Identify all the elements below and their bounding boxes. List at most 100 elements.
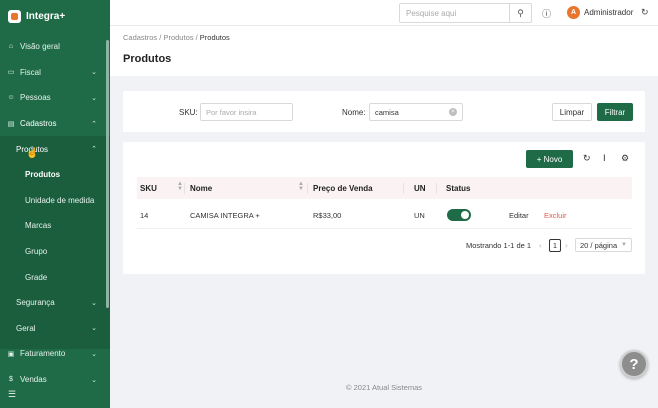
pagination-summary: Mostrando 1-1 de 1 bbox=[466, 241, 532, 250]
cell-preco: R$33,00 bbox=[313, 211, 342, 220]
menu-collapse-icon[interactable]: ☰ bbox=[8, 389, 16, 400]
chevron-down-icon: ⌄ bbox=[91, 325, 97, 333]
chevron-right-icon[interactable]: › bbox=[565, 241, 568, 250]
delete-link[interactable]: Excluir bbox=[544, 211, 567, 220]
sidebar-item-geral[interactable]: Geral ⌄ bbox=[0, 316, 110, 342]
sidebar-menu: ⌂ Visão geral ▭ Fiscal ⌄ ☺ Pessoas ⌄ ▤ C… bbox=[0, 34, 110, 392]
invoice-icon: ▣ bbox=[7, 350, 15, 358]
help-button[interactable]: ? bbox=[620, 350, 648, 378]
table-row: 14 CAMISA INTEGRA + R$33,00 UN Editar Ex… bbox=[137, 201, 632, 229]
clear-icon[interactable]: × bbox=[449, 108, 457, 116]
sidebar-item-label: Pessoas bbox=[20, 93, 51, 103]
brand-name: Integra+ bbox=[26, 10, 66, 22]
sku-input[interactable] bbox=[201, 104, 292, 120]
filter-card: SKU: Nome: × Limpar Filtrar bbox=[123, 91, 645, 132]
nome-label: Nome: bbox=[342, 108, 366, 117]
sidebar-item-label: Geral bbox=[16, 323, 36, 333]
sales-icon: $ bbox=[9, 376, 13, 384]
sku-label: SKU: bbox=[179, 108, 198, 117]
chevron-down-icon: ⌄ bbox=[91, 350, 97, 358]
chevron-down-icon: ⌄ bbox=[91, 69, 97, 77]
breadcrumb-current: Produtos bbox=[199, 33, 230, 42]
file-icon: ▭ bbox=[7, 69, 15, 77]
table-header: SKU ▲ ▼ Nome ▲ ▼ Preço de Venda UN Status bbox=[137, 177, 632, 199]
column-header-preco: Preço de Venda bbox=[313, 184, 373, 193]
toggle-knob bbox=[461, 211, 469, 219]
sidebar-item-produtos-group[interactable]: Produtos ⌃ bbox=[0, 136, 110, 162]
sidebar-item-unidade-de-medida[interactable]: Unidade de medida bbox=[0, 188, 110, 214]
cell-sku: 14 bbox=[140, 211, 149, 220]
help-circle-icon[interactable]: ⓘ bbox=[542, 7, 551, 20]
breadcrumb-separator: / bbox=[159, 33, 162, 42]
sidebar-item-label: Produtos bbox=[25, 170, 61, 180]
reload-icon[interactable]: ↻ bbox=[583, 153, 591, 164]
sidebar-item-cadastros[interactable]: ▤ Cadastros ⌃ bbox=[0, 111, 110, 137]
sidebar-item-pessoas[interactable]: ☺ Pessoas ⌄ bbox=[0, 85, 110, 111]
sidebar-scrollbar[interactable] bbox=[106, 40, 109, 308]
column-header-nome[interactable]: Nome bbox=[190, 184, 212, 193]
chevron-down-icon: ▼ bbox=[621, 242, 627, 248]
column-divider bbox=[307, 183, 308, 194]
sidebar-item-label: Cadastros bbox=[20, 119, 57, 129]
sidebar-item-label: Faturamento bbox=[20, 349, 66, 359]
avatar[interactable]: A bbox=[567, 6, 580, 19]
top-header: ⚲ ⓘ A Administrador ↻ bbox=[110, 0, 658, 26]
sidebar-item-label: Unidade de medida bbox=[25, 195, 95, 205]
sidebar: Integra+ ⌂ Visão geral ▭ Fiscal ⌄ ☺ Pess… bbox=[0, 0, 110, 408]
column-height-icon[interactable]: Ⅰ bbox=[603, 153, 606, 164]
breadcrumb-item[interactable]: Cadastros bbox=[123, 33, 157, 42]
list-icon: ▤ bbox=[7, 120, 15, 128]
sort-icon[interactable]: ▲ ▼ bbox=[298, 181, 304, 192]
home-icon: ⌂ bbox=[8, 43, 14, 51]
search-icon[interactable]: ⚲ bbox=[509, 4, 531, 22]
sidebar-item-fiscal[interactable]: ▭ Fiscal ⌄ bbox=[0, 60, 110, 86]
sidebar-item-marcas[interactable]: Marcas bbox=[0, 213, 110, 239]
nome-field-wrapper: × bbox=[369, 103, 463, 121]
page-size-select[interactable]: 20 / página ▼ bbox=[575, 238, 632, 252]
edit-link[interactable]: Editar bbox=[509, 211, 529, 220]
chevron-up-icon: ⌃ bbox=[91, 120, 97, 128]
column-divider bbox=[436, 183, 437, 194]
column-header-un: UN bbox=[414, 184, 426, 193]
brand-logo-icon bbox=[8, 9, 21, 23]
page-size-value: 20 / página bbox=[580, 240, 618, 250]
filter-button[interactable]: Filtrar bbox=[597, 103, 633, 121]
column-header-status: Status bbox=[446, 184, 471, 193]
page-title: Produtos bbox=[123, 53, 172, 65]
column-header-sku[interactable]: SKU bbox=[140, 184, 157, 193]
chevron-left-icon[interactable]: ‹ bbox=[539, 241, 542, 250]
sidebar-item-faturamento[interactable]: ▣ Faturamento ⌄ bbox=[0, 341, 110, 367]
search-input[interactable] bbox=[400, 4, 510, 22]
column-divider bbox=[184, 183, 185, 194]
user-name[interactable]: Administrador bbox=[584, 8, 633, 17]
clear-button[interactable]: Limpar bbox=[552, 103, 592, 121]
sidebar-item-label: Marcas bbox=[25, 221, 52, 231]
cell-nome: CAMISA INTEGRA + bbox=[190, 211, 260, 220]
column-divider bbox=[403, 183, 404, 194]
brand[interactable]: Integra+ bbox=[0, 0, 110, 32]
pagination-page[interactable]: 1 bbox=[549, 239, 561, 252]
status-toggle[interactable] bbox=[447, 209, 471, 221]
breadcrumb-item[interactable]: Produtos bbox=[163, 33, 193, 42]
settings-icon[interactable]: ⚙ bbox=[621, 153, 629, 164]
refresh-icon[interactable]: ↻ bbox=[641, 7, 649, 18]
sku-field-wrapper bbox=[200, 103, 293, 121]
sidebar-item-grade[interactable]: Grade bbox=[0, 264, 110, 290]
sidebar-item-label: Segurança bbox=[16, 298, 55, 308]
sidebar-item-visao-geral[interactable]: ⌂ Visão geral bbox=[0, 34, 110, 60]
sidebar-item-seguranca[interactable]: Segurança ⌄ bbox=[0, 290, 110, 316]
chevron-down-icon: ⌄ bbox=[91, 94, 97, 102]
sort-icon[interactable]: ▲ ▼ bbox=[177, 181, 183, 192]
cell-un: UN bbox=[414, 211, 425, 220]
sidebar-item-grupo[interactable]: Grupo bbox=[0, 239, 110, 265]
chevron-down-icon: ⌄ bbox=[91, 376, 97, 384]
sidebar-item-label: Grade bbox=[25, 272, 48, 282]
footer: © 2021 Atual Sistemas bbox=[346, 383, 422, 392]
new-button[interactable]: + Novo bbox=[526, 150, 573, 168]
breadcrumb: Cadastros / Produtos / Produtos bbox=[123, 33, 230, 42]
sidebar-item-label: Visão geral bbox=[20, 42, 60, 52]
sidebar-item-vendas[interactable]: $ Vendas ⌄ bbox=[0, 367, 110, 393]
sidebar-item-produtos[interactable]: Produtos bbox=[0, 162, 110, 188]
sidebar-item-label: Vendas bbox=[20, 375, 47, 385]
search-box: ⚲ bbox=[399, 3, 532, 23]
